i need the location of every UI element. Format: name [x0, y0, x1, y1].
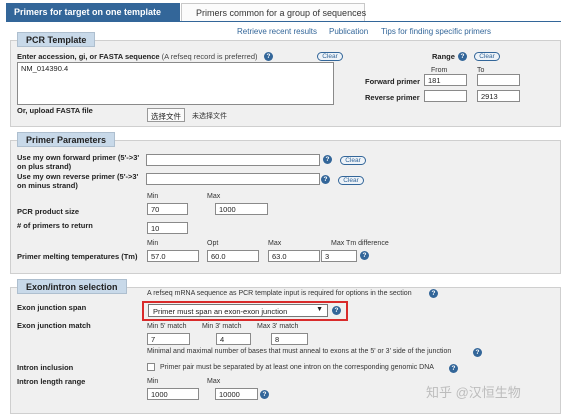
- intron-min-input[interactable]: 1000: [147, 388, 199, 400]
- tm-label: Primer melting temperatures (Tm): [17, 252, 138, 261]
- intron-inclusion-help-icon[interactable]: ?: [449, 364, 458, 373]
- tm-opt-label: Opt: [207, 240, 219, 247]
- tm-help-icon[interactable]: ?: [360, 251, 369, 260]
- match-help-icon[interactable]: ?: [473, 348, 482, 357]
- range-label: Range: [432, 52, 455, 61]
- publication-link[interactable]: Publication: [329, 27, 368, 36]
- own-forward-clear-button[interactable]: Clear: [340, 156, 366, 165]
- retrieve-results-link[interactable]: Retrieve recent results: [237, 27, 317, 36]
- intron-length-label: Intron length range: [17, 377, 86, 386]
- chevron-down-icon: ▼: [316, 306, 323, 313]
- junction-span-label: Exon junction span: [17, 303, 87, 312]
- junction-span-select[interactable]: Primer must span an exon-exon junction ▼: [148, 304, 328, 317]
- accession-help-icon[interactable]: ?: [264, 52, 273, 61]
- min5-input[interactable]: 7: [147, 333, 190, 345]
- junction-match-label: Exon junction match: [17, 321, 91, 330]
- forward-from-input[interactable]: 181: [424, 74, 467, 86]
- own-forward-input[interactable]: [146, 154, 320, 166]
- reverse-to-input[interactable]: 2913: [477, 90, 520, 102]
- junction-span-value: Primer must span an exon-exon junction: [153, 307, 288, 316]
- own-reverse-help-icon[interactable]: ?: [321, 175, 330, 184]
- num-primers-input[interactable]: 10: [147, 222, 188, 234]
- to-label: To: [477, 67, 485, 74]
- accession-label-text: Enter accession, gi, or FASTA sequence: [17, 52, 160, 61]
- primer-parameters-title: Primer Parameters: [17, 132, 116, 147]
- intron-min-label: Min: [147, 378, 159, 385]
- watermark: 知乎 @汉恒生物: [426, 385, 521, 400]
- own-reverse-label: Use my own reverse primer (5'->3' on min…: [17, 172, 139, 190]
- own-reverse-input[interactable]: [146, 173, 320, 185]
- tm-min-label: Min: [147, 240, 159, 247]
- junction-span-help-icon[interactable]: ?: [332, 306, 341, 315]
- product-max-input[interactable]: 1000: [215, 203, 268, 215]
- accession-label: Enter accession, gi, or FASTA sequence (…: [17, 52, 258, 61]
- product-size-label: PCR product size: [17, 207, 80, 216]
- intron-max-label: Max: [207, 378, 221, 385]
- sequence-clear-button[interactable]: Clear: [317, 52, 343, 61]
- range-help-icon[interactable]: ?: [458, 52, 467, 61]
- tm-min-input[interactable]: 57.0: [147, 250, 199, 262]
- tm-max-input[interactable]: 63.0: [268, 250, 320, 262]
- intron-inclusion-checkbox[interactable]: [147, 363, 155, 371]
- product-max-label: Max: [207, 193, 221, 200]
- primer-parameters-panel: Primer Parameters Use my own forward pri…: [10, 132, 561, 274]
- product-min-input[interactable]: 70: [147, 203, 188, 215]
- own-forward-label: Use my own forward primer (5'->3' on plu…: [17, 153, 140, 171]
- exon-section-note: A refseq mRNA sequence as PCR template i…: [147, 290, 412, 297]
- intron-max-input[interactable]: 10000: [215, 388, 258, 400]
- accession-note: (A refseq record is preferred): [161, 52, 258, 61]
- own-reverse-clear-button[interactable]: Clear: [338, 176, 364, 185]
- own-forward-help-icon[interactable]: ?: [323, 155, 332, 164]
- forward-primer-label: Forward primer: [365, 77, 421, 86]
- sequence-textarea[interactable]: NM_014390.4: [17, 62, 334, 105]
- intron-length-help-icon[interactable]: ?: [260, 390, 269, 399]
- tips-link[interactable]: Tips for finding specific primers: [381, 27, 491, 36]
- tm-diff-input[interactable]: 3: [321, 250, 357, 262]
- choose-file-button[interactable]: 选择文件: [147, 108, 185, 122]
- from-label: From: [431, 67, 448, 74]
- reverse-from-input[interactable]: [424, 90, 467, 102]
- pcr-template-title: PCR Template: [17, 32, 96, 47]
- pcr-template-panel: PCR Template Enter accession, gi, or FAS…: [10, 32, 561, 127]
- min3-input[interactable]: 4: [216, 333, 251, 345]
- upload-label: Or, upload FASTA file: [17, 106, 93, 115]
- intron-inclusion-text: Primer pair must be separated by at leas…: [160, 364, 434, 371]
- max3-input[interactable]: 8: [271, 333, 308, 345]
- exon-intron-title: Exon/intron selection: [17, 279, 127, 294]
- tm-diff-label: Max Tm difference: [331, 240, 389, 247]
- tm-opt-input[interactable]: 60.0: [207, 250, 259, 262]
- min3-label: Min 3' match: [202, 323, 242, 330]
- tab-group-sequences[interactable]: Primers common for a group of sequences: [181, 3, 366, 22]
- range-clear-button[interactable]: Clear: [474, 52, 500, 61]
- exon-note-help-icon[interactable]: ?: [429, 289, 438, 298]
- no-file-text: 未选择文件: [192, 113, 227, 120]
- reverse-primer-label: Reverse primer: [365, 93, 420, 102]
- min5-label: Min 5' match: [147, 323, 187, 330]
- tab-one-template[interactable]: Primers for target on one template: [6, 3, 180, 22]
- tab-underline: [6, 21, 561, 22]
- intron-inclusion-label: Intron inclusion: [17, 363, 74, 372]
- product-min-label: Min: [147, 193, 159, 200]
- forward-to-input[interactable]: [477, 74, 520, 86]
- num-primers-label: # of primers to return: [17, 221, 93, 230]
- max3-label: Max 3' match: [257, 323, 299, 330]
- match-note: Minimal and maximal number of bases that…: [147, 348, 452, 355]
- tm-max-label: Max: [268, 240, 282, 247]
